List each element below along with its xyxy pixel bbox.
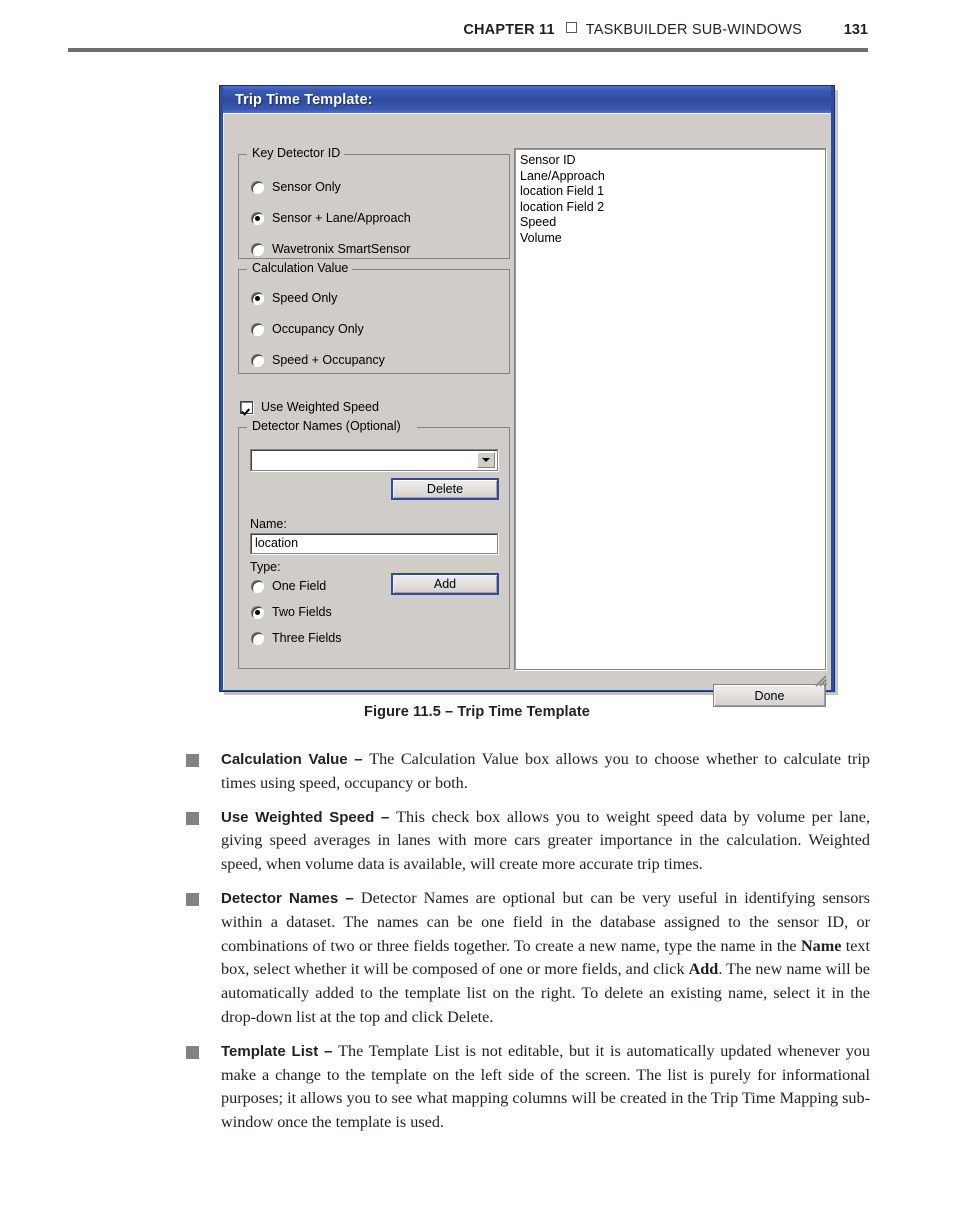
radio-speed-only[interactable]: Speed Only <box>251 290 337 306</box>
bullet-text: Calculation Value – The Calculation Valu… <box>221 748 870 796</box>
list-item: Lane/Approach <box>520 168 605 183</box>
radio-indicator <box>251 242 264 256</box>
dialog-body: Key Detector ID Sensor Only Sensor + Lan… <box>223 113 831 707</box>
bullet-term: Use Weighted Speed – <box>221 808 397 826</box>
body-bullet-list: Calculation Value – The Calculation Valu… <box>186 748 870 1145</box>
bullet-square-icon <box>186 1045 199 1059</box>
delete-button-label: Delete <box>426 482 464 496</box>
radio-label: Occupancy Only <box>272 322 364 336</box>
trip-time-template-dialog: Trip Time Template: Key Detector ID Sens… <box>219 85 835 707</box>
template-list[interactable]: Sensor ID Lane/Approach location Field 1… <box>514 148 826 670</box>
delete-button[interactable]: Delete <box>391 478 499 500</box>
detector-names-combobox[interactable] <box>250 449 498 471</box>
bullet-text: Detector Names – Detector Names are opti… <box>221 887 870 1030</box>
radio-label: Sensor Only <box>272 180 341 194</box>
radio-indicator <box>251 291 264 305</box>
list-item: location Field 1 <box>520 184 605 198</box>
radio-indicator <box>251 579 264 593</box>
radio-two-fields[interactable]: Two Fields <box>251 604 332 620</box>
radio-sensor-only[interactable]: Sensor Only <box>251 179 341 195</box>
list-item: Volume <box>520 230 562 245</box>
header-chapter: CHAPTER 11 <box>463 22 555 38</box>
bullet-emphasis-name: Name <box>800 936 842 955</box>
done-button-label: Done <box>754 688 785 703</box>
page-number: 131 <box>843 22 868 38</box>
bullet-square-icon <box>186 811 199 825</box>
resize-grip[interactable] <box>815 674 829 688</box>
bullet-term: Detector Names – <box>221 889 361 907</box>
name-input[interactable]: location <box>250 533 498 554</box>
chevron-down-icon[interactable] <box>477 452 495 468</box>
radio-wavetronix-smartsensor[interactable]: Wavetronix SmartSensor <box>251 241 410 257</box>
radio-speed-plus-occupancy[interactable]: Speed + Occupancy <box>251 352 385 368</box>
dialog-titlebar[interactable]: Trip Time Template: <box>223 86 831 113</box>
bullet-term: Calculation Value – <box>221 751 370 768</box>
radio-label: Three Fields <box>272 631 342 645</box>
header-title: TASKBUILDER SUB-WINDOWS <box>585 22 802 38</box>
checkbox-indicator <box>240 400 253 414</box>
list-item: Sensor ID <box>520 153 576 167</box>
checkbox-use-weighted-speed[interactable]: Use Weighted Speed <box>240 399 379 415</box>
bullet-detector-names: Detector Names – Detector Names are opti… <box>186 887 870 1030</box>
list-item: Speed <box>520 215 557 229</box>
radio-occupancy-only[interactable]: Occupancy Only <box>251 321 364 337</box>
radio-label: Speed Only <box>272 291 338 305</box>
detector-names-legend: Detector Names (Optional) <box>248 419 405 433</box>
radio-indicator <box>251 605 264 619</box>
bullet-template-list: Template List – The Template List is not… <box>186 1040 870 1135</box>
bullet-calculation-value: Calculation Value – The Calculation Valu… <box>186 748 870 796</box>
combobox-value <box>251 450 477 470</box>
bullet-emphasis-add: Add <box>688 960 719 979</box>
radio-label: One Field <box>272 579 327 593</box>
radio-label: Two Fields <box>272 605 332 619</box>
square-icon <box>565 22 577 33</box>
dialog-title: Trip Time Template: <box>235 91 373 108</box>
bullet-use-weighted-speed: Use Weighted Speed – This check box allo… <box>186 806 870 877</box>
add-button-label: Add <box>433 577 457 591</box>
bullet-term: Template List – <box>221 1042 339 1060</box>
name-field-label: Name: <box>250 517 287 531</box>
radio-indicator <box>251 211 264 225</box>
figure-caption: Figure 11.5 – Trip Time Template <box>364 704 590 720</box>
key-detector-id-legend: Key Detector ID <box>248 146 345 160</box>
bullet-text: Use Weighted Speed – This check box allo… <box>221 806 870 877</box>
bullet-square-icon <box>186 754 199 767</box>
radio-three-fields[interactable]: Three Fields <box>251 630 341 646</box>
checkbox-label: Use Weighted Speed <box>261 400 379 414</box>
radio-label: Wavetronix SmartSensor <box>272 242 411 256</box>
radio-sensor-lane-approach[interactable]: Sensor + Lane/Approach <box>251 210 411 226</box>
radio-one-field[interactable]: One Field <box>251 578 326 594</box>
page-header: CHAPTER 11 TASKBUILDER SUB-WINDOWS 131 <box>68 22 868 46</box>
bullet-text: Template List – The Template List is not… <box>221 1040 870 1135</box>
radio-indicator <box>251 353 264 367</box>
radio-indicator <box>251 322 264 336</box>
radio-indicator <box>251 631 264 645</box>
radio-indicator <box>251 180 264 194</box>
calculation-value-legend: Calculation Value <box>248 261 353 275</box>
type-label: Type: <box>250 560 281 574</box>
list-item: location Field 2 <box>520 199 605 214</box>
add-button[interactable]: Add <box>391 573 499 595</box>
radio-label: Sensor + Lane/Approach <box>272 211 411 225</box>
header-divider <box>68 48 868 52</box>
bullet-square-icon <box>186 892 199 906</box>
radio-label: Speed + Occupancy <box>272 353 385 367</box>
